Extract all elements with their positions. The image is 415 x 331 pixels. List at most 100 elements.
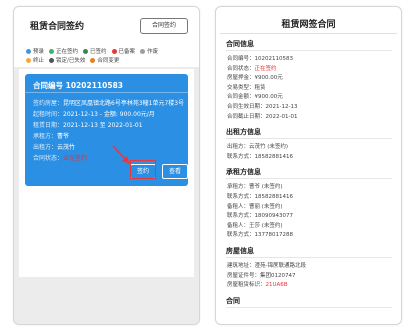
field-value: 澄苑-锦蔗联通路北段 bbox=[254, 263, 307, 269]
status-dot-icon bbox=[26, 49, 31, 54]
legend-item: 已签约 bbox=[83, 47, 107, 55]
field-value: 13778017288 bbox=[254, 232, 294, 239]
field-value: 曹丽 (未签约) bbox=[249, 203, 283, 210]
divider bbox=[226, 257, 392, 258]
page-title: 租赁合同签约 bbox=[30, 22, 85, 32]
legend-row: 终止 锁定/已失效 合同变更 bbox=[26, 56, 119, 64]
legend-label: 锁定/已失效 bbox=[56, 58, 86, 64]
contract-list-screen: 租赁合同签约 合同签约 预录 正在签约 已签约 已备案 作废 终止 锁定/已失效 合同变更 … bbox=[13, 6, 200, 325]
legend-row: 预录 正在签约 已签约 已备案 作废 bbox=[26, 47, 158, 55]
field-label: 联系方式： bbox=[227, 153, 255, 160]
field-label: 房屋证件号： bbox=[227, 272, 261, 279]
detail-field: 联系方式：18582881416 bbox=[227, 192, 293, 200]
status-dot-icon bbox=[90, 58, 96, 63]
field-label: 建筑地址： bbox=[227, 263, 255, 269]
detail-field: 合同生效日期：2021-12-13 bbox=[227, 102, 297, 110]
detail-field: 建筑地址：澄苑-锦蔗联通路北段 bbox=[227, 261, 306, 269]
detail-field: 合同金额：¥900.00元 bbox=[227, 92, 283, 100]
legend-label: 正在签约 bbox=[56, 49, 79, 55]
divider bbox=[226, 178, 392, 180]
status-dot-icon bbox=[49, 58, 55, 63]
detail-field: 合同状态：正在签约 bbox=[227, 64, 277, 72]
field-value: 18090943077 bbox=[254, 213, 294, 220]
legend-item: 已备案 bbox=[111, 47, 136, 55]
detail-field: 备租人：王莎 (未签约) bbox=[227, 221, 283, 229]
section-heading: 房屋信息 bbox=[226, 247, 254, 255]
legend-item: 预录 bbox=[26, 47, 44, 55]
detail-field: 交易类型：租赁 bbox=[227, 83, 266, 91]
field-value: 10202110583 bbox=[254, 56, 294, 62]
status-dot-icon bbox=[140, 49, 146, 54]
detail-field: 房屋押金：¥900.00元 bbox=[227, 73, 283, 81]
section-heading: 合同信息 bbox=[226, 40, 254, 48]
section-heading: 出租方信息 bbox=[226, 128, 261, 137]
field-value: 2021-12-13 bbox=[265, 104, 298, 110]
detail-field: 备租人：曹丽 (未签约) bbox=[227, 202, 283, 210]
contract-sign-button[interactable]: 合同签约 bbox=[140, 18, 188, 34]
field-value: ¥900.00元 bbox=[254, 75, 283, 82]
legend-label: 已备案 bbox=[118, 49, 136, 55]
divider bbox=[226, 306, 392, 308]
arrow-icon bbox=[112, 145, 130, 164]
field-label: 交易类型： bbox=[227, 84, 255, 91]
status-dot-icon bbox=[49, 49, 55, 54]
field-value: 曹爷 (未签约) bbox=[249, 184, 283, 191]
field-label: 合同金额： bbox=[227, 94, 255, 101]
field-label: 承租方： bbox=[227, 184, 250, 191]
legend-item: 合同变更 bbox=[90, 56, 119, 64]
status-legend: 预录 正在签约 已签约 已备案 作废 终止 锁定/已失效 合同变更 bbox=[14, 47, 199, 67]
field-label: 联系方式： bbox=[227, 213, 255, 220]
status-dot-icon bbox=[83, 49, 89, 54]
field-value: 正在签约 bbox=[254, 65, 277, 72]
field-value: 王莎 (未签约) bbox=[249, 222, 283, 229]
status-dot-icon bbox=[111, 49, 117, 54]
detail-field: 联系方式：18090943077 bbox=[227, 211, 293, 219]
field-label: 出租方： bbox=[227, 144, 250, 151]
field-label: 房屋租赁标识： bbox=[227, 282, 266, 289]
detail-field: 合同编号：10202110583 bbox=[227, 54, 293, 62]
legend-label: 合同变更 bbox=[97, 58, 120, 64]
divider bbox=[226, 138, 392, 140]
page-title: 租赁网签合同 bbox=[281, 20, 336, 30]
header: 租赁合同签约 合同签约 bbox=[14, 7, 199, 47]
legend-item: 正在签约 bbox=[49, 47, 78, 55]
detail-field: 承租方：曹爷 (未签约) bbox=[227, 182, 283, 190]
field-value: 云茂竹 (未签约) bbox=[249, 144, 289, 151]
field-label: 合同状态： bbox=[227, 65, 255, 72]
legend-label: 预录 bbox=[33, 49, 45, 55]
detail-field: 联系方式：13778017288 bbox=[227, 230, 293, 238]
field-value: 集团0120747 bbox=[260, 272, 296, 279]
detail-field: 房屋租赁标识：21UA6B bbox=[227, 280, 288, 288]
contract-list: 合同编号 10202110583 签约房屋：昆明区凤凰镇北路6号亭林苑3幢1单元… bbox=[19, 69, 194, 277]
divider bbox=[220, 33, 397, 34]
field-label: 备租人： bbox=[227, 203, 250, 210]
status-dot-icon bbox=[26, 58, 31, 63]
field-label: 联系方式： bbox=[227, 232, 255, 239]
detail-field: 出租方：云茂竹 (未签约) bbox=[227, 142, 288, 150]
legend-label: 已签约 bbox=[90, 49, 107, 55]
field-value: ¥900.00元 bbox=[254, 94, 283, 101]
legend-label: 终止 bbox=[33, 58, 45, 64]
section-heading: 承租方信息 bbox=[226, 168, 261, 177]
field-label: 合同生效日期： bbox=[227, 104, 266, 110]
legend-item: 锁定/已失效 bbox=[49, 56, 85, 64]
divider bbox=[226, 50, 392, 51]
detail-field: 合同截止日期：2022-01-01 bbox=[227, 112, 297, 120]
field-label: 房屋押金： bbox=[227, 75, 255, 82]
field-label: 合同截止日期： bbox=[227, 113, 266, 120]
legend-item: 作废 bbox=[140, 47, 158, 55]
field-label: 联系方式： bbox=[227, 194, 255, 200]
field-value: 2022-01-01 bbox=[265, 113, 298, 120]
contract-detail-screen: 租赁网签合同 合同信息 合同编号：10202110583 合同状态：正在签约 房屋押金… bbox=[215, 6, 402, 325]
legend-item: 终止 bbox=[26, 56, 44, 64]
field-label: 合同编号： bbox=[227, 56, 255, 62]
section-heading: 合同 bbox=[226, 296, 240, 305]
field-value: 21UA6B bbox=[265, 282, 288, 289]
field-label: 备租人： bbox=[227, 222, 250, 229]
field-value: 租赁 bbox=[254, 84, 266, 91]
field-value: 18582881416 bbox=[254, 153, 294, 160]
detail-field: 房屋证件号：集团0120747 bbox=[227, 271, 296, 279]
field-value: 18582881416 bbox=[254, 194, 294, 200]
legend-label: 作废 bbox=[147, 49, 159, 55]
detail-field: 联系方式：18582881416 bbox=[227, 152, 293, 160]
